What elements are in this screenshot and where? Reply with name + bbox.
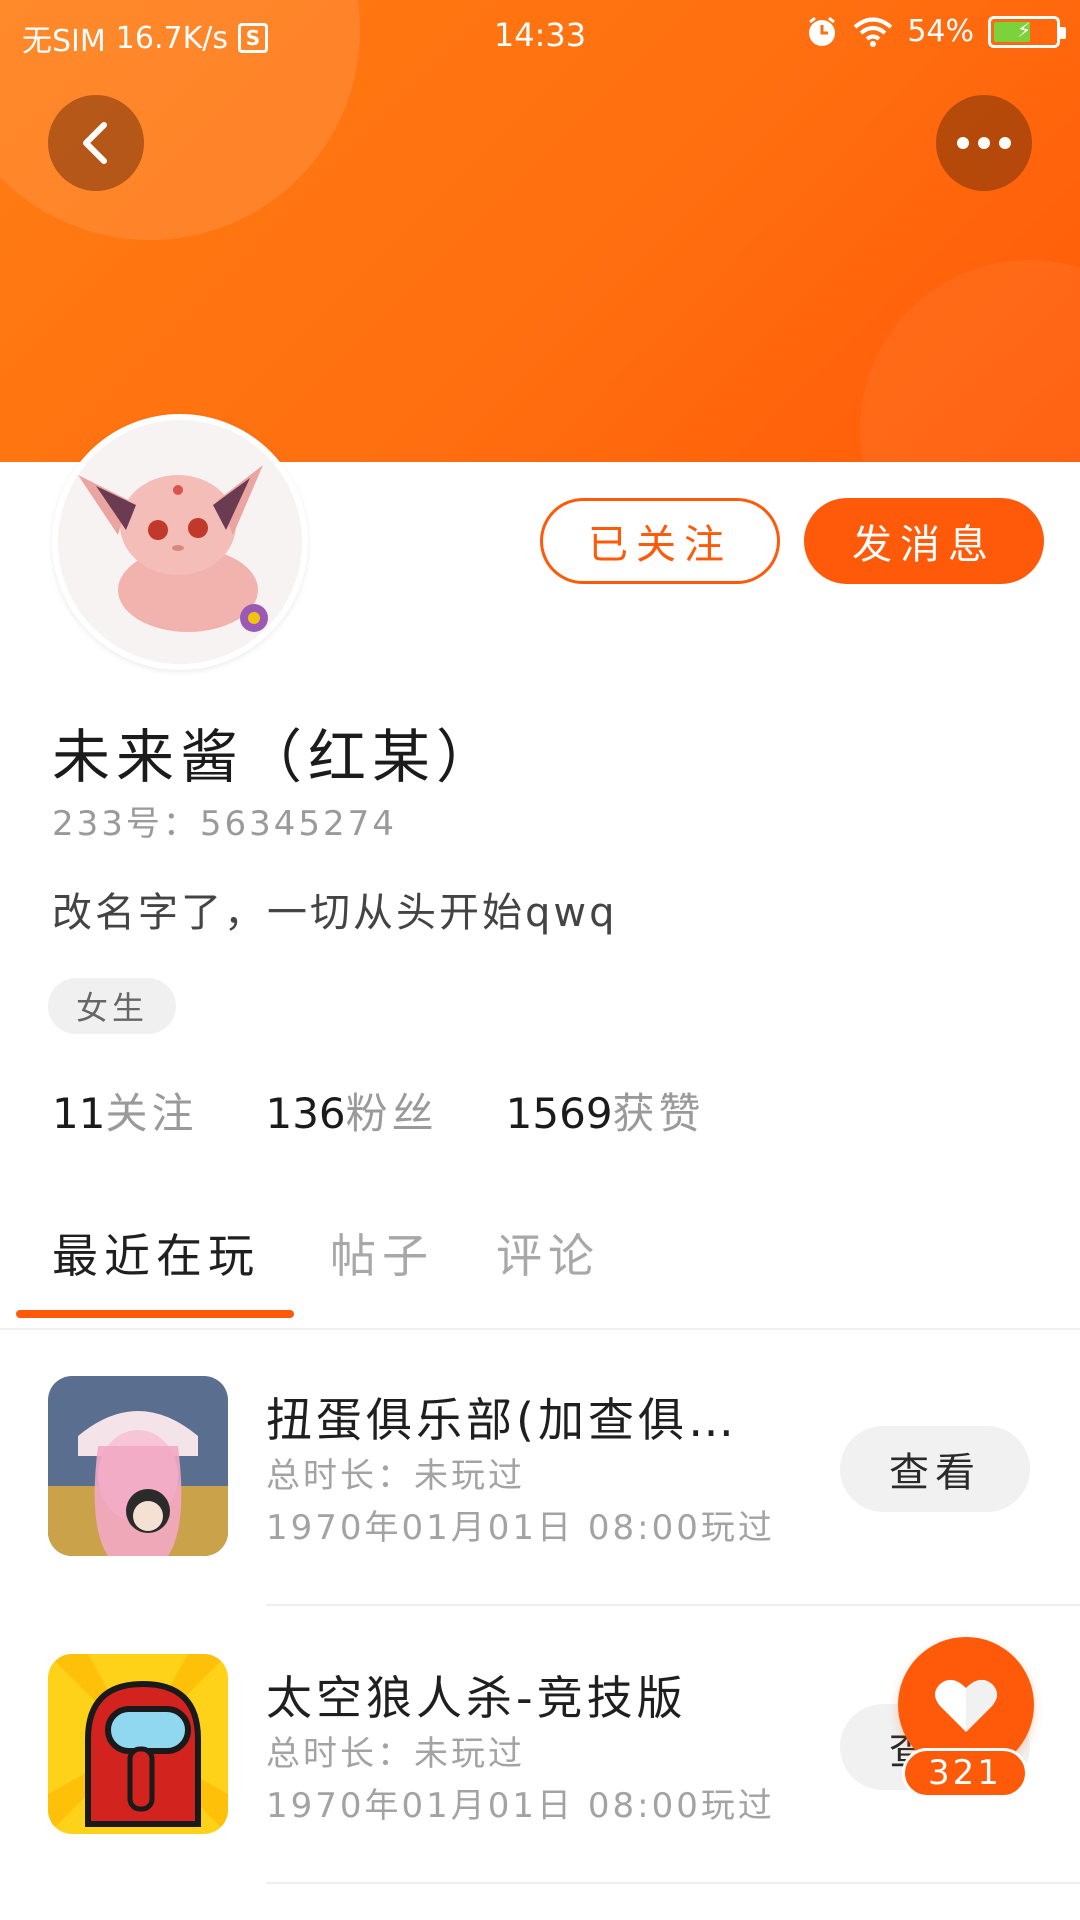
chevron-left-icon	[83, 122, 107, 164]
stat-label: 粉丝	[345, 1089, 438, 1138]
active-tab-indicator	[16, 1310, 294, 1318]
banner-decoration	[860, 260, 1080, 462]
send-message-button[interactable]: 发消息	[804, 498, 1044, 584]
stat-number: 136	[265, 1089, 346, 1138]
game-last-played: 1970年01月01日 08:00玩过	[266, 1508, 775, 1548]
stat-number: 11	[52, 1089, 106, 1138]
game-title: 扭蛋俱乐部(加查俱…	[266, 1393, 738, 1447]
tab-posts[interactable]: 帖子	[330, 1220, 434, 1286]
game-duration: 总时长：未玩过	[266, 1456, 525, 1496]
avatar[interactable]	[52, 414, 308, 670]
alarm-icon	[809, 16, 836, 46]
game-title: 太空狼人杀-竞技版	[266, 1671, 687, 1725]
stat-label: 获赞	[612, 1089, 705, 1138]
game-icon	[48, 1376, 228, 1556]
following-button[interactable]: 已关注	[540, 498, 780, 584]
avatar-illustration	[58, 420, 302, 664]
status-bar: 无SIM 16.7K/s S 14:33 54% ⚡	[0, 0, 1080, 70]
stat-likes[interactable]: 1569获赞	[506, 1080, 705, 1141]
back-button[interactable]	[48, 95, 144, 191]
profile-stats: 11关注 136粉丝 1569获赞	[52, 1080, 705, 1141]
more-dots-icon	[957, 137, 1011, 149]
game-last-played: 1970年01月01日 08:00玩过	[266, 1786, 775, 1826]
gender-tag: 女生	[48, 978, 177, 1034]
stat-label: 关注	[105, 1089, 198, 1138]
list-item[interactable]: 扭蛋俱乐部(加查俱… 总时长：未玩过 1970年01月01日 08:00玩过 查…	[0, 1376, 1080, 1576]
tabs-divider	[0, 1328, 1080, 1330]
profile-tabs: 最近在玩 帖子 评论	[0, 1220, 1080, 1330]
wifi-icon	[854, 17, 893, 47]
stat-following[interactable]: 11关注	[52, 1080, 197, 1141]
user-name: 未来酱（红某）	[52, 723, 501, 791]
user-bio: 改名字了，一切从头开始qwq	[52, 890, 618, 936]
like-count-badge: 321	[902, 1748, 1028, 1798]
more-button[interactable]	[936, 95, 1032, 191]
stat-number: 1569	[505, 1089, 613, 1138]
user-id: 233号：56345274	[52, 804, 397, 844]
battery-icon: ⚡	[988, 15, 1066, 48]
heart-icon	[935, 1679, 997, 1732]
tab-recently-played[interactable]: 最近在玩	[52, 1220, 260, 1286]
row-divider	[266, 1882, 1080, 1884]
game-duration: 总时长：未玩过	[266, 1734, 525, 1774]
battery-percent: 54%	[907, 14, 974, 49]
tab-comments[interactable]: 评论	[496, 1220, 600, 1286]
game-icon	[48, 1654, 228, 1834]
row-divider	[266, 1604, 1080, 1606]
view-button[interactable]: 查看	[840, 1426, 1030, 1512]
stat-followers[interactable]: 136粉丝	[265, 1080, 437, 1141]
